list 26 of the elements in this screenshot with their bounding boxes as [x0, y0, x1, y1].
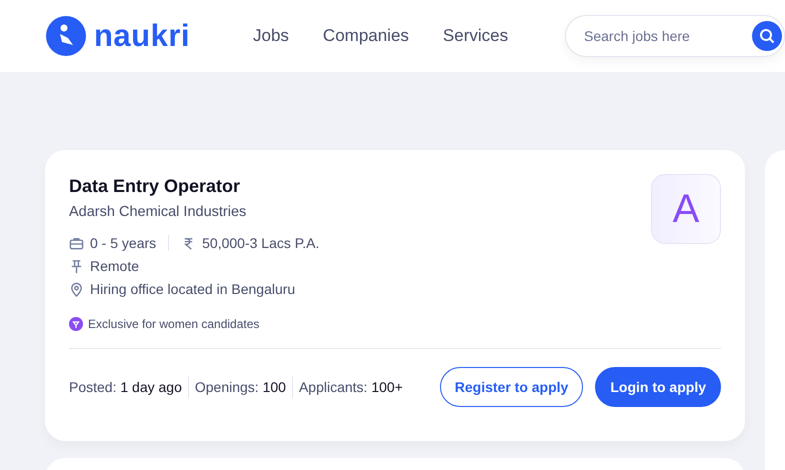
nav-link[interactable]: Services — [442, 26, 508, 46]
logo-text[interactable]: naukri — [94, 18, 190, 54]
search-bar[interactable]: Search jobs here — [565, 15, 785, 57]
company-name[interactable]: Adarsh Chemical Industries — [69, 204, 246, 220]
company-logo: A — [651, 174, 721, 244]
experience-text: 0 - 5 years — [90, 235, 156, 251]
tag-text: Exclusive for women candidates — [88, 317, 260, 331]
login-button[interactable]: Login to apply — [595, 367, 721, 407]
salary-text: 50,000-3 Lacs P.A. — [202, 235, 320, 251]
badge-icon — [69, 317, 83, 331]
nav-link[interactable]: Companies — [322, 26, 409, 46]
work-mode-text: Remote — [90, 258, 140, 274]
location-icon — [69, 282, 84, 296]
stat-text: Applicants: 100+ — [298, 379, 403, 395]
stat-text: Posted: 1 day ago — [69, 379, 182, 395]
search-button[interactable] — [752, 21, 782, 51]
nav-link[interactable]: Jobs — [253, 26, 289, 46]
pin-icon — [69, 258, 84, 274]
job-title[interactable]: Data Entry Operator — [69, 176, 240, 197]
location-text: Hiring office located in Bengaluru — [90, 281, 296, 297]
briefcase-icon — [69, 236, 84, 250]
register-button[interactable]: Register to apply — [440, 367, 584, 407]
search-icon — [759, 28, 775, 44]
stat-text: Openings: 100 — [194, 379, 286, 395]
logo-icon — [46, 16, 86, 56]
job-card[interactable] — [45, 150, 745, 441]
